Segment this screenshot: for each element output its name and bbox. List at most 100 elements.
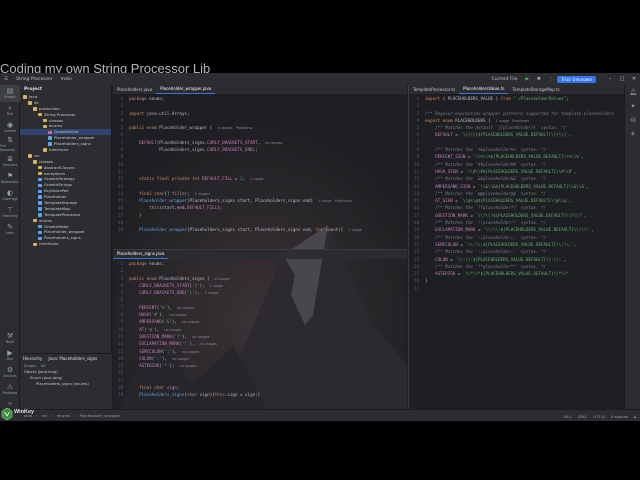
line-number[interactable]: 15	[113, 197, 129, 204]
code-line[interactable]: 11 QUESTION_MARK('?'), no usages	[113, 333, 407, 340]
code-right[interactable]: 1 import { PLACEHOLDERS_VALUE } from "./P…	[409, 95, 624, 292]
code-line[interactable]: 15 ASTERISK('*'); no usages	[113, 362, 407, 369]
code-line[interactable]: 17 QUESTION_MARK = `\\?\\?${PLACEHOLDERS…	[409, 212, 624, 219]
line-number[interactable]: 2	[113, 267, 129, 274]
code-line[interactable]: 2	[113, 267, 407, 274]
line-number[interactable]: 12	[113, 175, 129, 182]
code-line[interactable]: 8 Placeholders_signs.CURLY_BRACKETS_END)…	[113, 146, 407, 153]
gradle-icon[interactable]: ⚘	[625, 127, 640, 141]
notifications-icon[interactable]: 🔔︎	[625, 85, 640, 99]
code-line[interactable]: 10	[113, 161, 407, 168]
database-icon[interactable]: ⛁	[625, 113, 640, 127]
code-line[interactable]: 19 Placeholders_signs(char sign){this.si…	[113, 391, 407, 398]
close-icon[interactable]: ✕	[628, 76, 640, 82]
line-number[interactable]: 14	[113, 190, 129, 197]
code-line[interactable]: 25 ASTERISK = `\\*\\*${PLACEHOLDERS_VALU…	[409, 270, 624, 277]
code-line[interactable]: 22 /** Matches the `::placeholder::` syn…	[409, 248, 624, 255]
minimize-icon[interactable]: –	[604, 76, 616, 82]
line-number[interactable]: 3	[113, 110, 129, 117]
code-line[interactable]: 18 /** Matches the `!!placeholder!!` syn…	[409, 219, 624, 226]
line-number[interactable]: 19	[113, 226, 129, 233]
hierarchy-item[interactable]: Placeholders_signs (enums)	[20, 381, 112, 387]
code-line[interactable]: 14 COLON(':'), no usages	[113, 355, 407, 362]
code-line[interactable]: 10 /** Matches the `##placeholder##` syn…	[409, 161, 624, 168]
code-line[interactable]: 6 DEFAULT = `\\{\\{${PLACEHOLDERS_VALUE.…	[409, 131, 624, 138]
code-line[interactable]: 13	[113, 183, 407, 190]
code-bottom[interactable]: 1 package enums; 2 3 public enum Placeholder…	[113, 260, 407, 399]
line-number[interactable]: 19	[409, 226, 425, 233]
line-number[interactable]: 18	[409, 219, 425, 226]
line-number[interactable]: 4	[113, 282, 129, 289]
line-number[interactable]: 22	[409, 248, 425, 255]
line-number[interactable]: 11	[113, 168, 129, 175]
tab-hierarchy-class[interactable]: Java: Placeholders_signs	[45, 354, 100, 362]
line-number[interactable]: 4	[113, 117, 129, 124]
tool-structure[interactable]: ≣ Structure	[0, 153, 20, 170]
code-line[interactable]: 9 AMPERSAND('&'), no usages	[113, 318, 407, 325]
line-number[interactable]: 15	[409, 197, 425, 204]
project-switcher[interactable]: String Processor	[12, 77, 57, 82]
line-number[interactable]: 17	[409, 212, 425, 219]
line-number[interactable]: 3	[409, 110, 425, 117]
code-line[interactable]: 12 static final private int DEFAULT_FILL…	[113, 175, 407, 182]
line-number[interactable]: 19	[113, 391, 129, 398]
editor-tab[interactable]: TemplateStorageMap.ts	[508, 86, 563, 94]
code-line[interactable]: 5 public enum Placeholder_wrapper { 4 usa…	[113, 124, 407, 131]
line-number[interactable]: 8	[113, 146, 129, 153]
line-number[interactable]: 10	[409, 161, 425, 168]
code-line[interactable]: 13 SEMICOLON(';'), no usages	[113, 348, 407, 355]
code-line[interactable]: 18 final char sign;	[113, 384, 407, 391]
code-line[interactable]: 5 /** Matches the default `{{placeholder…	[409, 124, 624, 131]
code-line[interactable]: 3/** Regular-expression wrapper patterns…	[409, 110, 624, 117]
code-line[interactable]: 3 import java.util.Arrays;	[113, 110, 407, 117]
maximize-icon[interactable]: □	[616, 76, 628, 82]
run-icon[interactable]: ▶	[522, 77, 533, 82]
tool-pull-request[interactable]: ⇅ Pull Requests	[0, 136, 20, 153]
tab-hierarchy[interactable]: Hierarchy	[20, 354, 45, 362]
code-line[interactable]: 4 CURLY_BRACKETS_START('{'), 1 usage	[113, 282, 407, 289]
code-line[interactable]: 20 /** Matches the `;;placeholder;;` syn…	[409, 234, 624, 241]
line-number[interactable]: 12	[409, 175, 425, 182]
line-number[interactable]: 8	[113, 311, 129, 318]
code-line[interactable]: 17 }	[113, 212, 407, 219]
line-number[interactable]: 21	[409, 241, 425, 248]
line-number[interactable]: 16	[409, 204, 425, 211]
tool-services[interactable]: ⚙ Services	[0, 364, 20, 381]
tool-learn[interactable]: ✎ Learn	[0, 221, 20, 238]
line-number[interactable]: 7	[113, 304, 129, 311]
line-number[interactable]: 24	[409, 263, 425, 270]
trial-button[interactable]: Trial: Unknown	[557, 75, 596, 83]
code-line[interactable]: 1 package enums;	[113, 260, 407, 267]
code-line[interactable]: 17	[113, 377, 407, 384]
code-line[interactable]: 4	[113, 117, 407, 124]
line-number[interactable]: 3	[113, 275, 129, 282]
code-line[interactable]: 7 PERCENT('%'), no usages	[113, 304, 407, 311]
main-menu-icon[interactable]: ☰	[0, 77, 12, 82]
code-line[interactable]: 19 EXCLAMATION_MARK = `\\!\\!${PLACEHOLD…	[409, 226, 624, 233]
code-line[interactable]: 26}	[409, 277, 624, 284]
line-number[interactable]: 7	[113, 139, 129, 146]
tool-folder[interactable]: ▤ Project	[0, 85, 20, 102]
code-top[interactable]: 1 package enums; 2 3 import java.util.Arrays…	[113, 95, 407, 234]
line-number[interactable]: 1	[113, 95, 129, 102]
line-number[interactable]: 26	[409, 277, 425, 284]
line-number[interactable]: 11	[113, 333, 129, 340]
editor-tab[interactable]: PlaceholdersValue.ts	[459, 85, 509, 94]
tool-problems[interactable]: ⚠ Problems	[0, 381, 20, 398]
file-encoding[interactable]: UTF-8	[593, 414, 604, 419]
run-config-selector[interactable]: Current File	[488, 77, 522, 82]
code-line[interactable]: 11	[113, 168, 407, 175]
line-number[interactable]: 10	[113, 326, 129, 333]
code-line[interactable]: 6	[113, 296, 407, 303]
line-number[interactable]: 11	[409, 168, 425, 175]
line-number[interactable]: 6	[113, 131, 129, 138]
line-number[interactable]: 13	[113, 348, 129, 355]
code-line[interactable]: 1 package enums;	[113, 95, 407, 102]
code-line[interactable]: 27	[409, 285, 624, 292]
code-line[interactable]: 13 AMPERSAND_SIGN = `\\&\\&${PLACEHOLDER…	[409, 183, 624, 190]
code-line[interactable]: 11 HASH_SIGN = `\\#\\#${PLACEHOLDERS_VAL…	[409, 168, 624, 175]
line-number[interactable]: 5	[113, 124, 129, 131]
line-number[interactable]: 5	[113, 289, 129, 296]
scope-select[interactable]: All	[41, 363, 46, 368]
code-line[interactable]: 8 /** Matches the `%%placeholder%%` synt…	[409, 146, 624, 153]
